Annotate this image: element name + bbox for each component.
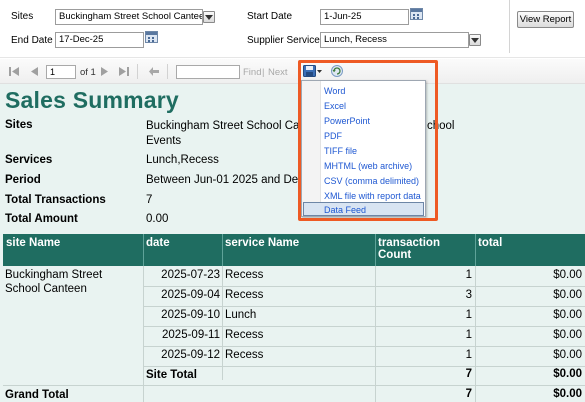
summary-period-label: Period xyxy=(5,174,41,186)
summary-total-amount-value: 0.00 xyxy=(146,213,169,225)
calendar-icon[interactable] xyxy=(145,31,158,43)
summary-total-transactions-value: 7 xyxy=(146,194,153,206)
row-service: Recess xyxy=(225,289,264,301)
column-header-date: date xyxy=(146,237,170,249)
find-input[interactable] xyxy=(176,65,240,79)
parameters-panel: Sites Buckingham Street School Canteen, … xyxy=(0,0,585,58)
table-header: site Name date service Name transaction … xyxy=(3,234,585,266)
sites-select[interactable]: Buckingham Street School Canteen, E xyxy=(55,9,203,25)
start-date-input[interactable]: 1-Jun-25 xyxy=(320,9,409,25)
column-header-site-name: site Name xyxy=(6,237,61,249)
view-report-button[interactable]: View Report xyxy=(517,11,574,28)
supplier-services-label: Supplier Services xyxy=(247,35,325,46)
annotation-highlight-box xyxy=(298,60,438,221)
summary-sites-value-line2: Events xyxy=(146,135,182,147)
row-date: 2025-07-23 xyxy=(161,269,220,281)
previous-page-icon[interactable] xyxy=(30,67,38,76)
summary-sites-value: Buckingham Street School Cant xyxy=(146,120,310,132)
row-service: Recess xyxy=(225,329,264,341)
row-service: Recess xyxy=(225,349,264,361)
calendar-icon[interactable] xyxy=(410,8,423,20)
first-page-icon[interactable] xyxy=(9,67,19,76)
row-count: 3 xyxy=(465,289,472,301)
row-date: 2025-09-04 xyxy=(161,289,220,301)
grand-total-count: 7 xyxy=(465,388,472,400)
report-toolbar: 1 of 1 Find | Next xyxy=(0,59,585,84)
row-count: 1 xyxy=(465,309,472,321)
end-date-input[interactable]: 17-Dec-25 xyxy=(55,32,144,48)
site-total-count: 7 xyxy=(465,368,472,380)
site-total-label: Site Total xyxy=(146,369,197,381)
toolbar-separator xyxy=(137,64,138,79)
find-link[interactable]: Find xyxy=(243,67,261,78)
toolbar-separator xyxy=(167,64,168,79)
summary-services-label: Services xyxy=(5,154,53,166)
chevron-down-icon xyxy=(205,14,213,20)
site-name-cell: Buckingham Street School Canteen xyxy=(5,269,103,295)
row-date: 2025-09-11 xyxy=(162,329,220,341)
supplier-services-select[interactable]: Lunch, Recess xyxy=(320,32,469,48)
row-date: 2025-09-12 xyxy=(161,349,220,361)
divider xyxy=(509,0,510,53)
row-count: 1 xyxy=(465,349,472,361)
find-next-link[interactable]: Next xyxy=(268,67,288,78)
row-total: $0.00 xyxy=(553,329,582,341)
summary-total-transactions-label: Total Transactions xyxy=(5,194,106,206)
column-header-service-name: service Name xyxy=(225,237,300,249)
grand-total-amount: $0.00 xyxy=(553,388,582,400)
start-date-label: Start Date xyxy=(247,11,293,22)
summary-services-value: Lunch,Recess xyxy=(146,154,219,166)
grand-total-label: Grand Total xyxy=(5,389,69,401)
row-service: Recess xyxy=(225,269,264,281)
back-icon[interactable] xyxy=(149,67,159,76)
last-page-icon[interactable] xyxy=(119,67,129,76)
page-count: of 1 xyxy=(80,67,96,78)
row-total: $0.00 xyxy=(553,269,582,281)
summary-total-amount-label: Total Amount xyxy=(5,213,78,225)
chevron-down-icon xyxy=(471,37,479,43)
row-count: 1 xyxy=(465,269,472,281)
row-total: $0.00 xyxy=(553,349,582,361)
row-total: $0.00 xyxy=(553,309,582,321)
end-date-label: End Date xyxy=(11,35,53,46)
report-title: Sales Summary xyxy=(5,87,179,113)
find-separator: | xyxy=(262,67,265,78)
next-page-icon[interactable] xyxy=(101,67,109,76)
column-header-total: total xyxy=(478,237,503,249)
sites-label: Sites xyxy=(11,11,34,22)
summary-sites-label: Sites xyxy=(5,119,33,131)
column-header-transaction-count: transaction Count xyxy=(378,237,440,261)
summary-period-value: Between Jun-01 2025 and Dec- xyxy=(146,174,308,186)
page-number-input[interactable]: 1 xyxy=(46,65,76,79)
row-service: Lunch xyxy=(225,309,257,321)
row-total: $0.00 xyxy=(553,289,582,301)
row-date: 2025-09-10 xyxy=(161,309,220,321)
sites-dropdown-button[interactable] xyxy=(203,11,215,23)
supplier-services-dropdown-button[interactable] xyxy=(469,34,481,46)
site-total-amount: $0.00 xyxy=(553,368,582,380)
report-body: Sales Summary Sites Buckingham Street Sc… xyxy=(0,84,585,402)
row-count: 1 xyxy=(465,329,472,341)
